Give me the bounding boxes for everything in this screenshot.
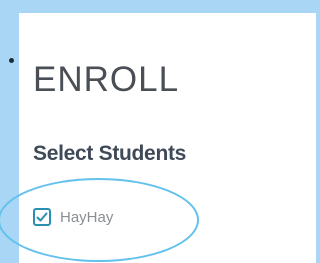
bullet-dot <box>9 58 14 63</box>
checkmark-icon <box>36 212 48 222</box>
student-checkbox-row[interactable]: HayHay <box>33 206 113 228</box>
section-title: Select Students <box>33 142 187 165</box>
student-checkbox[interactable] <box>33 208 51 226</box>
student-name-label: HayHay <box>60 208 114 226</box>
page-title: ENROLL <box>33 60 180 99</box>
